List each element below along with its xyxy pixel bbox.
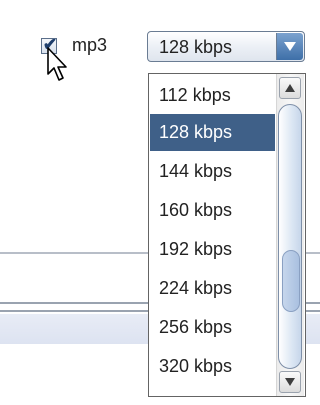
bitrate-select[interactable]: 128 kbps bbox=[147, 31, 305, 62]
bitrate-option-selected[interactable]: 128 kbps bbox=[150, 114, 275, 151]
arrow-up-icon bbox=[285, 84, 295, 92]
scrollbar-thumb[interactable] bbox=[278, 104, 302, 369]
bitrate-option[interactable]: 320 kbps bbox=[150, 348, 275, 385]
bitrate-option[interactable]: 256 kbps bbox=[150, 309, 275, 346]
bitrate-option[interactable]: 112 kbps bbox=[150, 77, 275, 114]
dropdown-scrollbar[interactable] bbox=[276, 74, 304, 396]
bitrate-select-value: 128 kbps bbox=[159, 37, 233, 57]
scrollbar-grip bbox=[282, 250, 300, 312]
bitrate-dropdown-list: 112 kbps 128 kbps 144 kbps 160 kbps 192 … bbox=[148, 73, 306, 397]
bitrate-option[interactable]: 224 kbps bbox=[150, 270, 275, 307]
chevron-down-icon bbox=[284, 42, 296, 51]
mouse-cursor-icon bbox=[47, 47, 67, 81]
bitrate-select-arrow-button[interactable] bbox=[276, 33, 303, 60]
background-divider bbox=[0, 252, 150, 254]
mp3-checkbox-label[interactable]: mp3 bbox=[72, 34, 107, 56]
bitrate-option[interactable]: 192 kbps bbox=[150, 231, 275, 268]
arrow-down-icon bbox=[285, 378, 295, 386]
bitrate-option[interactable]: 144 kbps bbox=[150, 153, 275, 190]
scroll-down-button[interactable] bbox=[279, 371, 301, 393]
scroll-up-button[interactable] bbox=[279, 77, 301, 99]
bitrate-option[interactable]: 160 kbps bbox=[150, 192, 275, 229]
